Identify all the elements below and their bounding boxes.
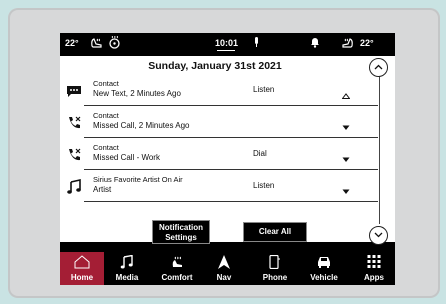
notification-detail: Missed Call - Work (93, 153, 160, 162)
scroll-up-button[interactable] (369, 58, 388, 77)
bottom-nav-bar: Home Media Comfort Nav Phone Vehicle App… (60, 252, 395, 285)
status-bar: 22° 10:01 22° (60, 33, 395, 55)
notification-detail: Artist (93, 185, 112, 194)
notification-panel: Sunday, January 31st 2021 Contact New Te… (60, 56, 395, 245)
seat-heat-left-icon[interactable] (90, 36, 104, 49)
scrollbar-track[interactable] (379, 66, 380, 224)
listen-button[interactable]: Listen (253, 181, 274, 190)
car-icon (316, 255, 332, 270)
nav-home[interactable]: Home (60, 252, 104, 285)
nav-label: Vehicle (310, 273, 338, 282)
chevron-down-icon[interactable] (342, 150, 350, 162)
nav-label: Media (115, 273, 139, 282)
temperature-right: 22° (360, 38, 374, 48)
row-divider (84, 137, 378, 138)
nav-phone[interactable]: Phone (255, 252, 295, 285)
chevron-down-icon[interactable] (342, 118, 350, 130)
nav-label: Comfort (161, 273, 193, 282)
chevron-down-icon[interactable] (342, 182, 350, 194)
home-icon (74, 255, 90, 271)
missed-call-icon (66, 147, 82, 163)
scroll-down-button[interactable] (369, 226, 388, 245)
nav-label: Nav (216, 273, 232, 282)
notification-settings-button[interactable]: Notification Settings (152, 220, 210, 244)
nav-comfort[interactable]: Comfort (152, 252, 202, 285)
notification-title: Contact (93, 79, 119, 88)
row-divider (84, 105, 378, 106)
apps-grid-icon (367, 255, 381, 270)
nav-navigation[interactable]: Nav (208, 252, 240, 285)
clear-all-button[interactable]: Clear All (243, 222, 307, 242)
seat-heat-right-icon[interactable] (340, 36, 354, 49)
notification-row[interactable]: Contact New Text, 2 Minutes Ago Listen (60, 75, 378, 106)
head-unit-screen: 22° 10:01 22° Sunday, January 31st 2021 … (60, 33, 395, 285)
notification-date: Sunday, January 31st 2021 (148, 60, 282, 72)
temperature-left: 22° (65, 38, 79, 48)
notification-row[interactable]: Sirius Favorite Artist On Air Artist Lis… (60, 171, 378, 202)
notification-row[interactable]: Contact Missed Call - Work Dial (60, 139, 378, 170)
message-icon (66, 83, 82, 99)
listen-button[interactable]: Listen (253, 85, 274, 94)
row-divider (84, 169, 378, 170)
comfort-icon (169, 255, 185, 271)
music-note-icon (66, 179, 82, 195)
chevron-up-icon (374, 64, 383, 70)
clock-time: 10:01 (215, 38, 239, 48)
notification-title: Contact (93, 143, 119, 152)
clock-underline (217, 50, 235, 51)
navigation-arrow-icon (218, 255, 230, 271)
nav-label: Phone (262, 273, 288, 282)
notification-row[interactable]: Contact Missed Call, 2 Minutes Ago (60, 107, 378, 138)
dial-button[interactable]: Dial (253, 149, 267, 158)
nav-apps[interactable]: Apps (356, 252, 392, 285)
phone-icon (269, 254, 281, 271)
chevron-up-icon[interactable] (341, 86, 351, 99)
notification-bell-icon[interactable] (310, 37, 320, 48)
steering-wheel-heat-icon[interactable] (108, 36, 121, 49)
notification-detail: New Text, 2 Minutes Ago (93, 89, 181, 98)
nav-label: Apps (364, 273, 384, 282)
missed-call-icon (66, 115, 82, 131)
nav-label: Home (70, 273, 94, 282)
notification-title: Sirius Favorite Artist On Air (93, 175, 183, 184)
nav-media[interactable]: Media (105, 252, 149, 285)
notification-title: Contact (93, 111, 119, 120)
row-divider (84, 201, 378, 202)
nav-vehicle[interactable]: Vehicle (302, 252, 346, 285)
music-note-icon (120, 254, 134, 271)
microphone-icon[interactable] (253, 37, 260, 48)
notification-detail: Missed Call, 2 Minutes Ago (93, 121, 190, 130)
chevron-down-icon (374, 232, 383, 238)
